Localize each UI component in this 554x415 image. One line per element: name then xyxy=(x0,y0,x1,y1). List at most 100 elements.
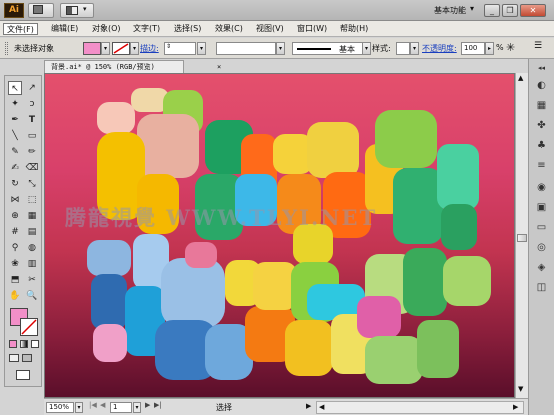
line-tool-icon[interactable]: ╲ xyxy=(8,129,22,143)
close-button[interactable]: ✕ xyxy=(520,4,546,17)
brush-definition-dropdown[interactable]: 基本 xyxy=(292,42,364,55)
hand-tool-icon[interactable]: ✋ xyxy=(8,289,22,303)
fill-swatch[interactable] xyxy=(83,42,101,55)
close-icon[interactable]: × xyxy=(217,61,221,73)
transparency-panel-icon[interactable]: ◎ xyxy=(534,241,549,255)
blend-tool-icon[interactable]: ◍ xyxy=(25,241,39,255)
chevron-down-icon[interactable]: ▾ xyxy=(133,402,141,413)
chevron-down-icon[interactable]: ▾ xyxy=(101,42,110,55)
graphic-styles-panel-icon[interactable]: ▣ xyxy=(534,201,549,215)
menu-type[interactable]: 文字(T) xyxy=(130,23,163,35)
menu-view[interactable]: 视图(V) xyxy=(253,23,287,35)
chevron-down-icon[interactable]: ▾ xyxy=(470,4,474,13)
free-transform-tool-icon[interactable]: ⬚ xyxy=(25,193,39,207)
layers-panel-icon[interactable]: ◈ xyxy=(534,261,549,275)
horizontal-scrollbar[interactable]: ◀ ▶ xyxy=(316,401,524,414)
bridge-button[interactable] xyxy=(28,3,54,18)
pen-tool-icon[interactable]: ✒ xyxy=(8,113,22,127)
selection-tool-icon[interactable]: ↖ xyxy=(8,81,22,95)
stroke-swatch[interactable] xyxy=(112,42,130,55)
minimize-button[interactable]: _ xyxy=(484,4,500,17)
artboard-canvas[interactable]: 腾龍視覺 WWW.TLYI.NET xyxy=(44,73,515,398)
chevron-down-icon[interactable]: ▾ xyxy=(362,42,371,55)
slice-tool-icon[interactable]: ✂ xyxy=(25,273,39,287)
last-page-icon[interactable]: ▶| xyxy=(154,401,162,409)
variable-width-dropdown[interactable] xyxy=(216,42,276,55)
scale-tool-icon[interactable]: ⤡ xyxy=(25,177,39,191)
rotate-tool-icon[interactable]: ↻ xyxy=(8,177,22,191)
opacity-link[interactable]: 不透明度: xyxy=(422,43,457,54)
vertical-scrollbar[interactable]: ▲ ▼ xyxy=(515,73,528,398)
menu-file[interactable]: 文件(F) xyxy=(3,23,38,35)
gradient-panel-icon[interactable]: ▭ xyxy=(534,221,549,235)
artboards-panel-icon[interactable]: ◫ xyxy=(534,281,549,295)
chevron-down-icon[interactable]: ▾ xyxy=(410,42,419,55)
recolor-artwork-icon[interactable]: ✳ xyxy=(506,41,515,54)
arrange-documents-button[interactable]: ▾ xyxy=(60,3,94,18)
status-menu-icon[interactable]: ▶ xyxy=(306,402,311,410)
rectangle-tool-icon[interactable]: ▭ xyxy=(25,129,39,143)
menu-object[interactable]: 对象(O) xyxy=(89,23,124,35)
prev-page-icon[interactable]: ◀ xyxy=(100,401,105,409)
perspective-grid-tool-icon[interactable]: ▦ xyxy=(25,209,39,223)
gradient-mode-icon[interactable] xyxy=(20,340,28,348)
restore-button[interactable]: ❐ xyxy=(502,4,518,17)
screen-mode-icon[interactable] xyxy=(16,370,30,380)
graph-tool-icon[interactable]: ▥ xyxy=(25,257,39,271)
stroke-panel-icon[interactable]: ≡ xyxy=(534,159,549,173)
mesh-tool-icon[interactable]: # xyxy=(8,225,22,239)
zoom-field[interactable]: 150% xyxy=(46,402,74,413)
chevron-down-icon[interactable]: ▾ xyxy=(75,402,83,413)
scroll-right-icon[interactable]: ▶ xyxy=(513,403,518,411)
eyedropper-tool-icon[interactable]: ⚲ xyxy=(8,241,22,255)
pencil-tool-icon[interactable]: ✏ xyxy=(25,145,39,159)
panel-menu-icon[interactable]: ☰ xyxy=(530,41,546,55)
page-field[interactable]: 1 xyxy=(110,402,132,413)
document-tab[interactable]: 背景.ai* @ 150% (RGB/预览) × xyxy=(44,60,221,73)
first-page-icon[interactable]: |◀ xyxy=(89,401,97,409)
eraser-tool-icon[interactable]: ⌫ xyxy=(25,161,39,175)
appearance-panel-icon[interactable]: ◉ xyxy=(534,181,549,195)
next-page-icon[interactable]: ▶ xyxy=(145,401,150,409)
collapse-panels-icon[interactable]: ◂◂ xyxy=(534,61,549,75)
symbols-panel-icon[interactable]: ♣ xyxy=(534,139,549,153)
chevron-down-icon[interactable]: ▾ xyxy=(276,42,285,55)
color-mode-icon[interactable] xyxy=(9,340,17,348)
graphic-style-swatch[interactable] xyxy=(396,42,410,55)
workspace-switcher[interactable]: 基本功能 xyxy=(434,5,466,16)
type-tool-icon[interactable]: T xyxy=(25,113,39,127)
symbol-sprayer-tool-icon[interactable]: ❀ xyxy=(8,257,22,271)
menu-edit[interactable]: 编辑(E) xyxy=(48,23,81,35)
color-panel-icon[interactable]: ◐ xyxy=(534,79,549,93)
chevron-down-icon[interactable]: ▾ xyxy=(130,42,139,55)
shape-builder-tool-icon[interactable]: ⊕ xyxy=(8,209,22,223)
scroll-left-icon[interactable]: ◀ xyxy=(319,403,324,411)
scroll-down-icon[interactable]: ▼ xyxy=(518,385,523,393)
chevron-right-icon[interactable]: ▸ xyxy=(485,42,494,55)
brushes-panel-icon[interactable]: ✤ xyxy=(534,119,549,133)
stroke-weight-field[interactable]: ⇕ xyxy=(164,42,196,55)
chevron-down-icon[interactable]: ▾ xyxy=(197,42,206,55)
width-tool-icon[interactable]: ⋈ xyxy=(8,193,22,207)
draw-mode-icon[interactable] xyxy=(9,354,19,362)
menu-select[interactable]: 选择(S) xyxy=(171,23,204,35)
menu-window[interactable]: 窗口(W) xyxy=(294,23,330,35)
magic-wand-tool-icon[interactable]: ✦ xyxy=(8,97,22,111)
gradient-tool-icon[interactable]: ▤ xyxy=(25,225,39,239)
menu-help[interactable]: 帮助(H) xyxy=(337,23,371,35)
swatches-panel-icon[interactable]: ▦ xyxy=(534,99,549,113)
stroke-color-box[interactable] xyxy=(20,318,38,336)
opacity-input[interactable]: 100 xyxy=(461,42,485,55)
draw-behind-icon[interactable] xyxy=(22,354,32,362)
direct-selection-tool-icon[interactable]: ↗ xyxy=(25,81,39,95)
lasso-tool-icon[interactable]: ↄ xyxy=(25,97,39,111)
scrollbar-thumb[interactable] xyxy=(517,234,527,242)
stroke-link[interactable]: 描边: xyxy=(140,43,159,54)
artboard-tool-icon[interactable]: ⬒ xyxy=(8,273,22,287)
menu-effect[interactable]: 效果(C) xyxy=(212,23,246,35)
scroll-up-icon[interactable]: ▲ xyxy=(518,74,523,82)
zoom-tool-icon[interactable]: 🔍 xyxy=(25,289,39,303)
none-mode-icon[interactable] xyxy=(31,340,39,348)
paintbrush-tool-icon[interactable]: ✎ xyxy=(8,145,22,159)
blob-brush-tool-icon[interactable]: ✍ xyxy=(8,161,22,175)
